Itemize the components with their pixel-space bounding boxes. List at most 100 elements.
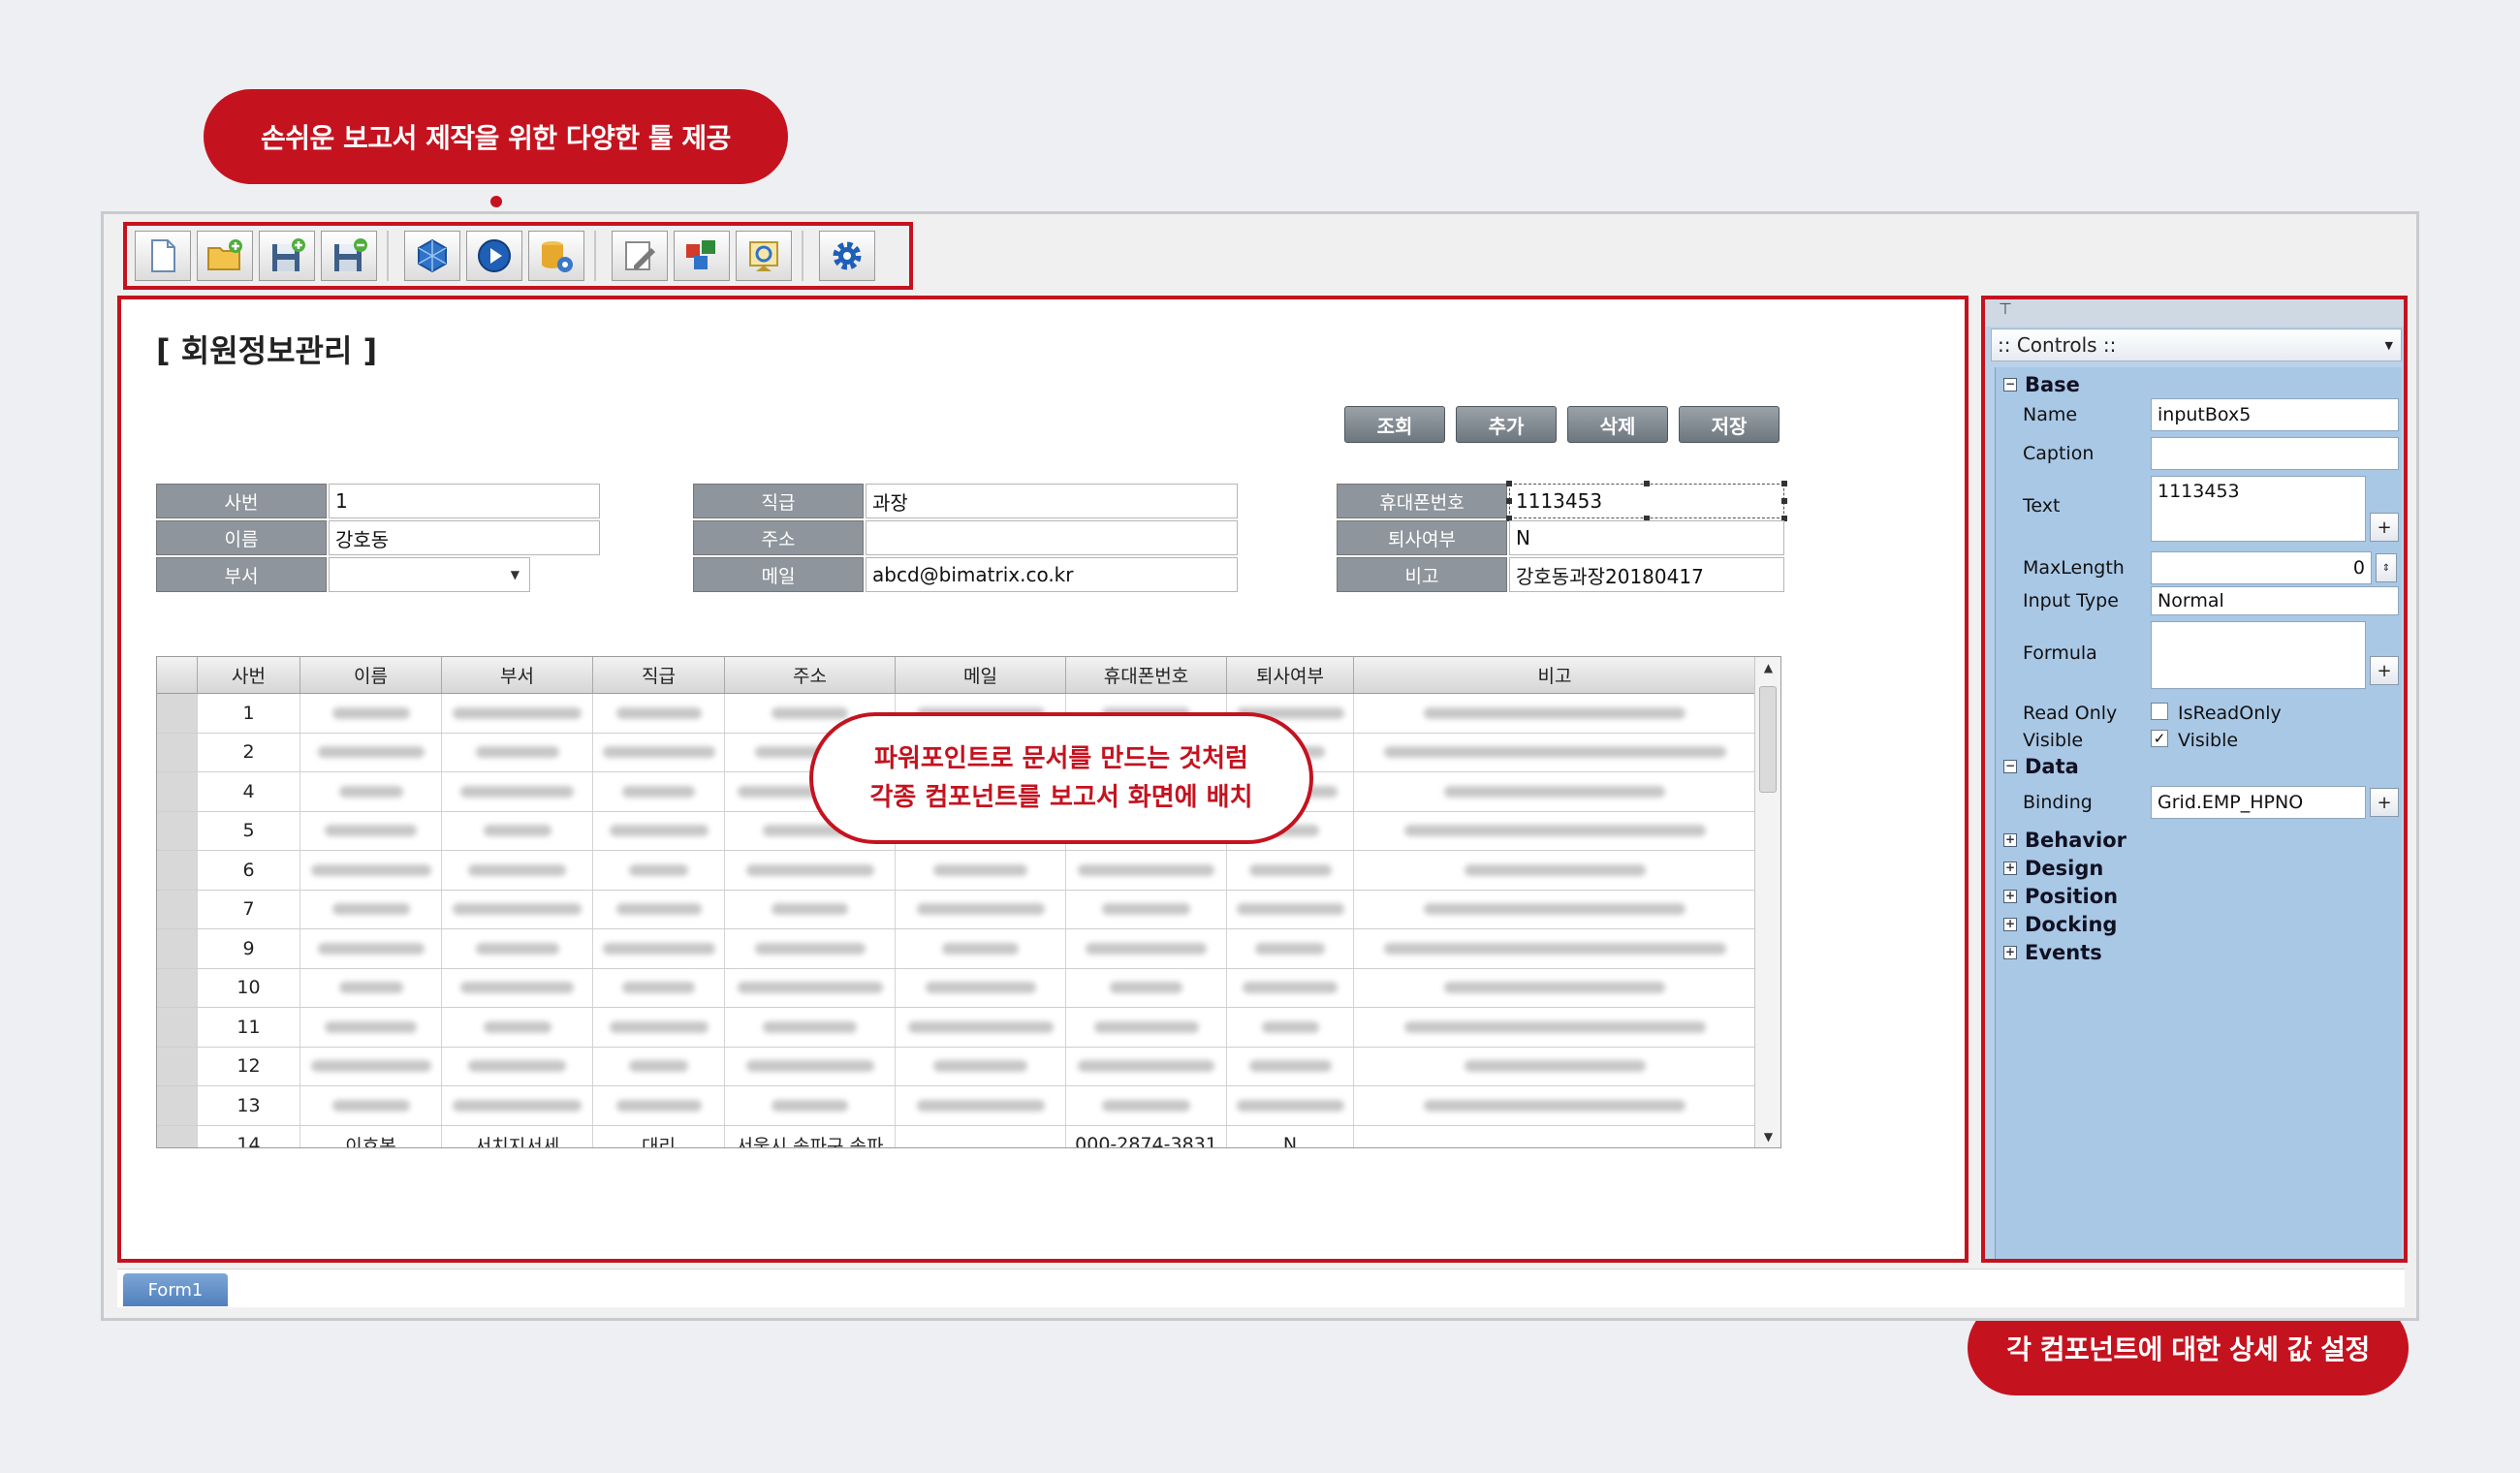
selection-handle[interactable]: [1506, 498, 1512, 504]
grid-cell[interactable]: [1066, 929, 1227, 968]
grid-cell-id[interactable]: 4: [198, 772, 300, 811]
table-row[interactable]: 7: [157, 890, 1756, 929]
grid-cell[interactable]: 서울시 송파구 송파: [725, 1125, 896, 1147]
new-file-button[interactable]: [135, 231, 191, 281]
formula-expand-button[interactable]: +: [2370, 656, 2399, 685]
prop-input-type-select[interactable]: Normal: [2151, 586, 2399, 615]
grid-cell[interactable]: [1354, 733, 1756, 771]
grid-cell[interactable]: [725, 1008, 896, 1047]
grid-header-cell[interactable]: 사번: [198, 657, 300, 693]
grid-cell[interactable]: [593, 1086, 725, 1125]
prop-binding-input[interactable]: Grid.EMP_HPNO: [2151, 786, 2366, 819]
table-row[interactable]: 12: [157, 1047, 1756, 1086]
section-base[interactable]: − Base: [2003, 373, 2080, 396]
grid-cell[interactable]: [1066, 890, 1227, 928]
grid-cell[interactable]: [442, 1008, 593, 1047]
scroll-thumb[interactable]: [1759, 686, 1777, 793]
collapse-icon[interactable]: −: [2003, 378, 2017, 392]
grid-header-cell[interactable]: 퇴사여부: [1227, 657, 1354, 693]
grid-cell[interactable]: [593, 1008, 725, 1047]
controls-combo[interactable]: :: Controls ::: [1991, 329, 2402, 361]
dept-select[interactable]: [329, 557, 530, 592]
grid-cell[interactable]: [300, 968, 442, 1007]
prop-name-input[interactable]: inputBox5: [2151, 398, 2399, 431]
grid-cell[interactable]: [896, 851, 1066, 890]
prop-formula-input[interactable]: [2151, 621, 2366, 689]
prop-text-input[interactable]: 1113453: [2151, 476, 2366, 542]
note-input[interactable]: 강호동과장20180417: [1509, 557, 1784, 592]
table-row[interactable]: 14 이효봉 서치지서세 대리 서울시 송파구 송파 000-2874-3831 N: [157, 1125, 1756, 1147]
selection-handle[interactable]: [1781, 481, 1787, 486]
section-position[interactable]: + Position: [2003, 885, 2118, 908]
expand-icon[interactable]: +: [2003, 946, 2017, 959]
binding-expand-button[interactable]: +: [2370, 788, 2399, 817]
grid-cell[interactable]: [593, 1047, 725, 1085]
grid-cell-id[interactable]: 7: [198, 890, 300, 928]
open-button[interactable]: [197, 231, 253, 281]
grid-header-cell[interactable]: 부서: [442, 657, 593, 693]
grid-cell[interactable]: [1227, 1086, 1354, 1125]
grid-cell[interactable]: [442, 1086, 593, 1125]
grid-cell[interactable]: 이효봉: [300, 1125, 442, 1147]
grid-cell[interactable]: [300, 890, 442, 928]
table-row[interactable]: 11: [157, 1008, 1756, 1048]
grid-cell-id[interactable]: 13: [198, 1086, 300, 1125]
grid-cell[interactable]: [1354, 968, 1756, 1007]
edit-button[interactable]: [612, 231, 668, 281]
database-button[interactable]: [528, 231, 584, 281]
phone-input[interactable]: 1113453: [1509, 484, 1784, 518]
grid-header-cell[interactable]: 주소: [725, 657, 896, 693]
grid-cell[interactable]: [1227, 1047, 1354, 1085]
grid-cell[interactable]: 000-2874-3831: [1066, 1125, 1227, 1147]
grid-cell[interactable]: [593, 890, 725, 928]
grid-header-cell[interactable]: 이름: [300, 657, 442, 693]
grid-cell[interactable]: [1227, 1008, 1354, 1047]
retired-input[interactable]: N: [1509, 520, 1784, 555]
emp-no-input[interactable]: 1: [329, 484, 600, 518]
section-design[interactable]: + Design: [2003, 857, 2103, 880]
section-docking[interactable]: + Docking: [2003, 913, 2117, 936]
grid-cell-id[interactable]: 11: [198, 1008, 300, 1047]
grid-cell[interactable]: [442, 694, 593, 733]
grid-cell[interactable]: [300, 733, 442, 771]
grid-cell[interactable]: [1066, 851, 1227, 890]
expand-icon[interactable]: +: [2003, 862, 2017, 875]
save-as-button[interactable]: [321, 231, 377, 281]
module-button[interactable]: [404, 231, 460, 281]
grid-cell[interactable]: [725, 929, 896, 968]
expand-icon[interactable]: +: [2003, 890, 2017, 903]
grid-cell[interactable]: [300, 1047, 442, 1085]
grid-cell[interactable]: [442, 772, 593, 811]
visible-checkbox[interactable]: ✓: [2151, 730, 2168, 747]
grid-cell[interactable]: [1066, 1008, 1227, 1047]
grid-cell[interactable]: [1066, 968, 1227, 1007]
grid-cell[interactable]: [1354, 1125, 1756, 1147]
section-events[interactable]: + Events: [2003, 941, 2102, 964]
grid-cell[interactable]: [1227, 929, 1354, 968]
form-canvas[interactable]: [ 회원정보관리 ] 조회 추가 삭제 저장 사번 1 이름 강호동 부서 직급…: [117, 296, 1969, 1263]
grid-cell[interactable]: [1354, 851, 1756, 890]
save-button[interactable]: [259, 231, 315, 281]
grid-cell[interactable]: [725, 851, 896, 890]
grid-cell[interactable]: [442, 733, 593, 771]
address-input[interactable]: [866, 520, 1238, 555]
grid-cell[interactable]: [593, 694, 725, 733]
grid-header-cell[interactable]: 메일: [896, 657, 1066, 693]
text-expand-button[interactable]: +: [2370, 513, 2399, 542]
grid-cell[interactable]: [725, 1086, 896, 1125]
grid-cell[interactable]: [1227, 968, 1354, 1007]
table-row[interactable]: 9: [157, 929, 1756, 969]
grid-cell[interactable]: [896, 968, 1066, 1007]
save-data-button[interactable]: 저장: [1679, 406, 1780, 443]
grid-header-cell[interactable]: 휴대폰번호: [1066, 657, 1227, 693]
run-button[interactable]: [466, 231, 522, 281]
grid-cell[interactable]: [300, 851, 442, 890]
prop-maxlength-input[interactable]: 0: [2151, 551, 2372, 584]
selection-handle[interactable]: [1644, 481, 1650, 486]
email-input[interactable]: abcd@bimatrix.co.kr: [866, 557, 1238, 592]
grid-cell[interactable]: N: [1227, 1125, 1354, 1147]
grid-cell[interactable]: [896, 1125, 1066, 1147]
grid-cell[interactable]: [593, 851, 725, 890]
grid-cell[interactable]: [1227, 851, 1354, 890]
grid-header-cell[interactable]: 비고: [1354, 657, 1756, 693]
